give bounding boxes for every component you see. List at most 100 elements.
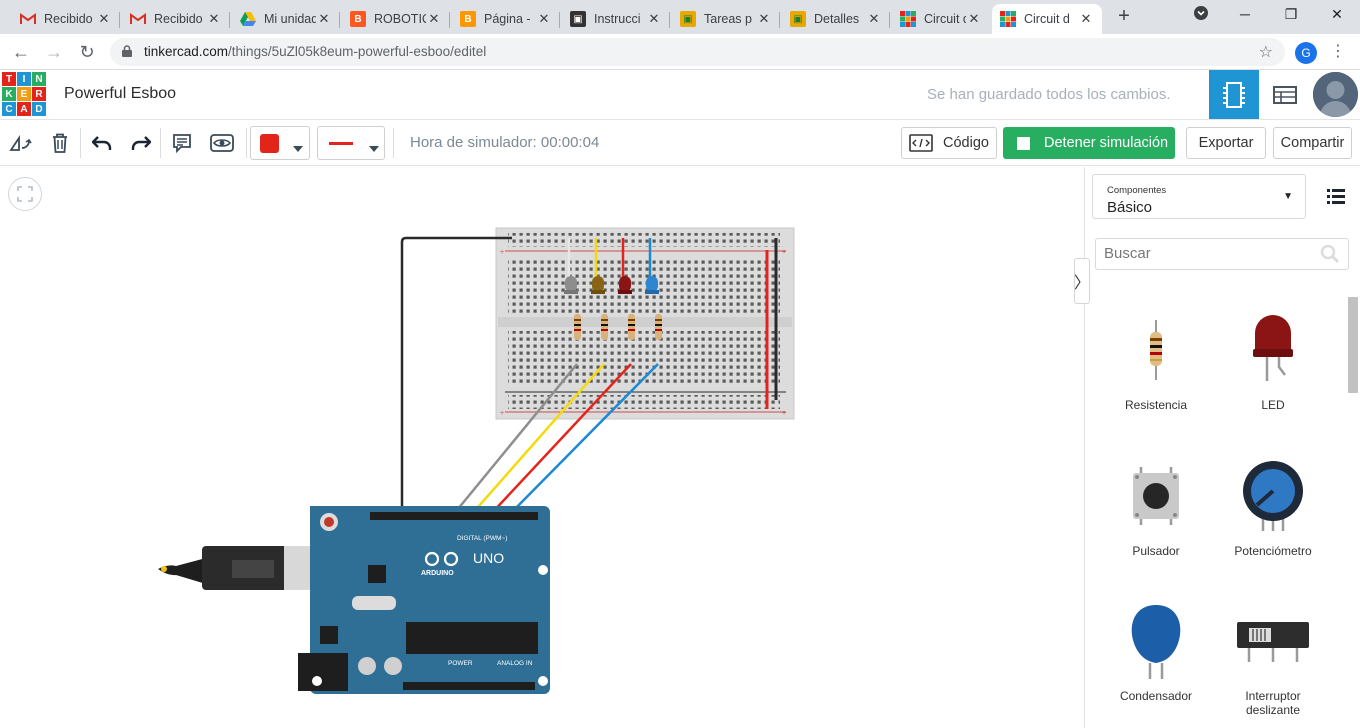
close-tab-icon[interactable]: ✕ [206,11,222,27]
tinkercad-logo[interactable]: T I N K E R C A D [2,72,46,116]
resistor[interactable] [601,314,608,340]
bookmark-star-icon[interactable]: ☆ [1259,42,1273,62]
led[interactable] [591,276,605,294]
color-swatch [260,134,279,153]
note-icon [173,134,191,153]
restore-icon[interactable]: ❐ [1281,6,1301,23]
close-tab-icon[interactable]: ✕ [426,11,442,27]
close-tab-icon[interactable]: ✕ [756,11,772,27]
browser-tab[interactable]: ▣ Detalles ✕ [782,4,890,34]
wire-style-picker[interactable] [317,126,385,160]
wire-line-icon [329,142,353,145]
led[interactable] [645,276,659,294]
browser-tab-strip: Recibido ✕ Recibido ✕ Mi unidad ✕ B ROBOTIC… [0,0,1360,34]
rotate-button[interactable] [6,129,34,157]
browser-tab[interactable]: B Página - ✕ [452,4,560,34]
browser-tab[interactable]: Recibido ✕ [122,4,230,34]
url-field[interactable]: tinkercad.com/things/5uZl05k8eum-powerfu… [110,38,1285,66]
component-slide-switch[interactable]: Interruptor deslizante [1218,601,1328,717]
save-status: Se han guardado todos los cambios. [927,86,1171,103]
component-potentiometer[interactable]: Potenciómetro [1218,456,1328,558]
led-icon [1218,310,1328,390]
trash-icon [53,133,67,153]
stop-simulation-button[interactable]: Detener simulación [1003,127,1175,159]
close-tab-icon[interactable]: ✕ [1078,11,1094,27]
svg-text:ANALOG IN: ANALOG IN [497,660,533,667]
browser-tab[interactable]: B ROBOTIC ✕ [342,4,450,34]
reload-icon[interactable]: ↻ [76,41,98,63]
visibility-button[interactable] [208,129,236,157]
close-tab-icon[interactable]: ✕ [316,11,332,27]
user-avatar[interactable] [1313,72,1358,117]
search-input[interactable] [1104,245,1304,262]
led[interactable] [618,276,632,294]
close-window-icon[interactable]: ✕ [1327,6,1347,23]
close-tab-icon[interactable]: ✕ [866,11,882,27]
code-button[interactable]: Código [901,127,997,159]
breadboard-icon [1223,81,1245,108]
editor-toolbar: Hora de simulador: 00:00:04 Código Deten… [0,120,1360,166]
component-led[interactable]: LED [1218,310,1328,412]
resistor[interactable] [655,314,662,340]
component-capacitor[interactable]: Condensador [1101,601,1211,703]
stop-icon [1017,136,1030,150]
export-button[interactable]: Exportar [1186,127,1266,159]
browser-tab[interactable]: Recibido ✕ [12,4,120,34]
list-view-button[interactable] [1325,185,1347,207]
code-icon [909,134,933,152]
search-field[interactable] [1095,238,1349,270]
drive-icon [240,11,256,27]
component-resistor[interactable]: Resistencia [1101,310,1211,412]
rotate-icon [9,135,32,151]
eye-icon [210,134,234,152]
svg-text:+: + [782,410,786,417]
gmail-icon [130,11,146,27]
sidebar-scrollbar[interactable] [1346,285,1358,728]
close-tab-icon[interactable]: ✕ [536,11,552,27]
browser-tab[interactable]: ▣ Instrucci ✕ [562,4,670,34]
circuit-canvas[interactable]: - + + + + UNO ARDUINO DIGITAL (PWM~) POW… [0,167,1084,728]
svg-text:ARDUINO: ARDUINO [421,570,454,577]
redo-button[interactable] [127,129,155,157]
close-tab-icon[interactable]: ✕ [646,11,662,27]
classroom-icon: ▣ [680,11,696,27]
browser-menu-icon[interactable]: ⋮ [1330,42,1346,62]
collapse-sidebar-button[interactable]: 〉 [1074,258,1090,304]
close-tab-icon[interactable]: ✕ [966,11,982,27]
pushbutton-icon [1101,456,1211,536]
browser-tab[interactable]: Circuit d ✕ [892,4,990,34]
browser-tab[interactable]: Mi unidad ✕ [232,4,340,34]
undo-button[interactable] [88,129,116,157]
forward-icon[interactable]: → [43,41,65,63]
svg-text:+: + [500,410,504,417]
color-picker[interactable] [250,126,310,160]
close-tab-icon[interactable]: ✕ [96,11,112,27]
component-list-view-button[interactable] [1260,70,1310,119]
resistor[interactable] [574,314,581,340]
profile-avatar[interactable]: G [1295,42,1317,64]
delete-button[interactable] [46,129,74,157]
arduino-uno[interactable]: UNO ARDUINO DIGITAL (PWM~) POWER ANALOG … [298,506,550,694]
browser-tab-active[interactable]: Circuit d ✕ [992,4,1102,34]
breadboard[interactable]: -+ ++ + [495,227,795,420]
circuit-view-button[interactable] [1209,70,1259,119]
share-button[interactable]: Compartir [1273,127,1352,159]
classroom-icon: ▣ [790,11,806,27]
components-dropdown[interactable]: Componentes Básico ▼ [1092,174,1306,219]
notes-button[interactable] [168,129,196,157]
resistor[interactable] [628,314,635,340]
new-tab-button[interactable]: + [1113,5,1135,27]
circuit-drawing: -+ ++ + UNO ARDUINO DIGITAL (PWM~) POWER… [158,227,795,694]
back-icon[interactable]: ← [10,41,32,63]
browser-tab[interactable]: ▣ Tareas p ✕ [672,4,780,34]
url-path: /things/5uZl05k8eum-powerful-esboo/edite… [228,44,487,59]
component-pushbutton[interactable]: Pulsador [1101,456,1211,558]
project-name[interactable]: Powerful Esboo [64,85,176,103]
tab-search-icon[interactable] [1191,6,1211,23]
svg-text:DIGITAL (PWM~): DIGITAL (PWM~) [457,535,507,542]
lock-icon [122,45,132,60]
scrollbar-thumb[interactable] [1348,297,1358,393]
svg-text:POWER: POWER [448,660,473,667]
minimize-icon[interactable]: ─ [1235,6,1255,22]
led[interactable] [564,276,578,294]
